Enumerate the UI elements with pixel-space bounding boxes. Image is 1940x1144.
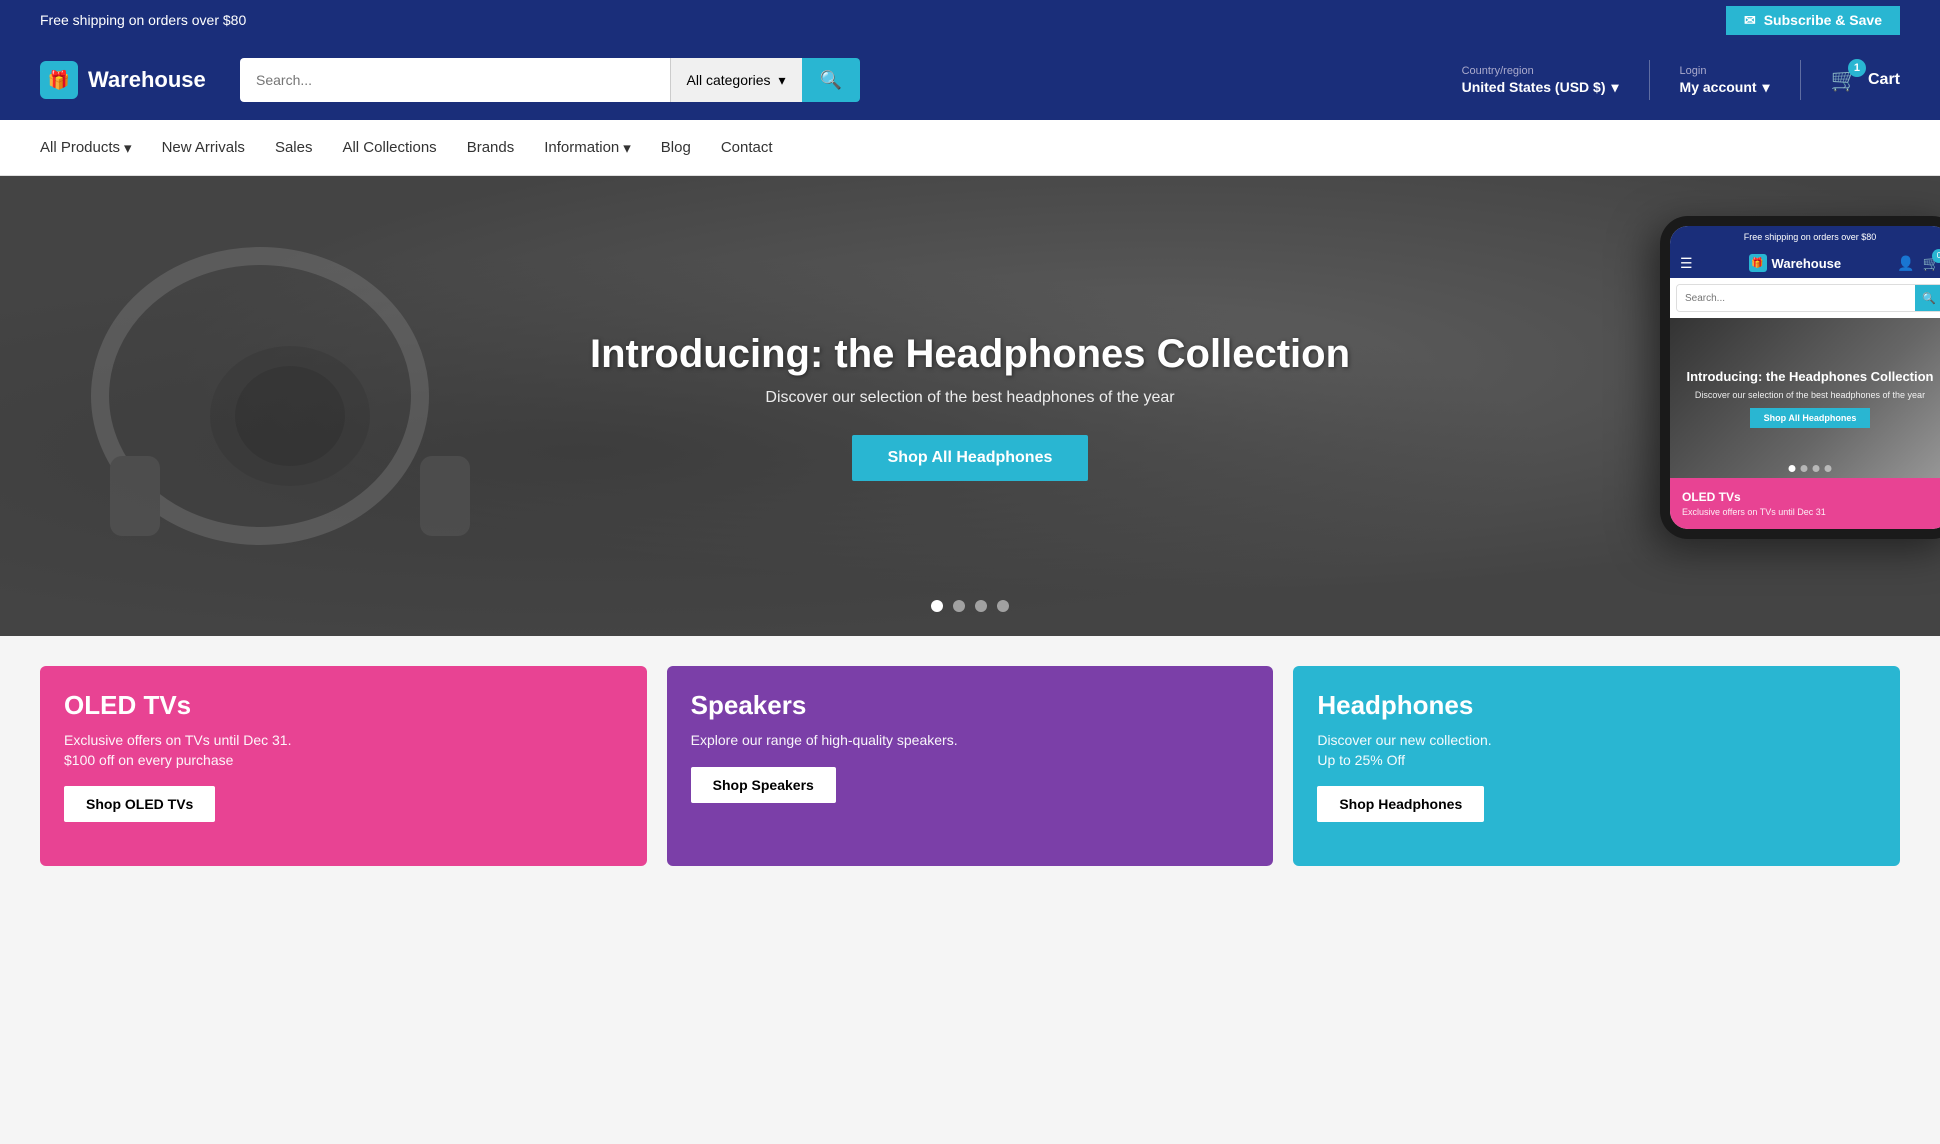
product-cards-grid: OLED TVs Exclusive offers on TVs until D… — [40, 666, 1900, 866]
phone-search-input[interactable] — [1677, 285, 1915, 311]
country-label: Country/region — [1462, 65, 1619, 77]
category-dropdown[interactable]: All categories ▾ — [670, 58, 802, 102]
phone-mockup: Free shipping on orders over $80 ☰ 🎁 War… — [1660, 216, 1940, 539]
header-divider-2 — [1800, 60, 1801, 100]
phone-cart-icon: 🛒 0 — [1923, 255, 1940, 272]
product-card-title-speakers: Speakers — [691, 690, 1250, 721]
header-right: Country/region United States (USD $) ▾ L… — [1462, 60, 1900, 100]
phone-dot-3[interactable] — [1813, 465, 1820, 472]
product-card-title-tvs: OLED TVs — [64, 690, 623, 721]
slide-dot-1[interactable] — [931, 600, 943, 612]
nav-item-all-products[interactable]: All Products ▾ — [40, 135, 132, 161]
subscribe-label: Subscribe & Save — [1764, 12, 1882, 28]
logo-icon: 🎁 — [40, 61, 78, 99]
phone-card-title: OLED TVs — [1682, 490, 1938, 504]
product-card-speakers: Speakers Explore our range of high-quali… — [667, 666, 1274, 866]
chevron-down-icon: ▾ — [1763, 79, 1770, 96]
phone-card-subtitle: Exclusive offers on TVs until Dec 31 — [1682, 507, 1938, 517]
product-card-desc-speakers: Explore our range of high-quality speake… — [691, 731, 1250, 751]
shipping-text: Free shipping on orders over $80 — [40, 12, 246, 28]
phone-hero-cta[interactable]: Shop All Headphones — [1750, 408, 1871, 428]
chevron-down-icon: ▾ — [623, 139, 631, 157]
nav-item-new-arrivals[interactable]: New Arrivals — [162, 135, 245, 160]
chevron-down-icon: ▾ — [124, 139, 132, 157]
account-section[interactable]: Login My account ▾ — [1680, 65, 1770, 96]
logo-area[interactable]: 🎁 Warehouse — [40, 61, 220, 99]
hero-subtitle: Discover our selection of the best headp… — [590, 389, 1350, 407]
phone-dot-1[interactable] — [1789, 465, 1796, 472]
cart-button[interactable]: 🛒 1 Cart — [1831, 67, 1900, 93]
hero-content: Introducing: the Headphones Collection D… — [590, 332, 1350, 481]
main-nav: All Products ▾ New Arrivals Sales All Co… — [0, 120, 1940, 176]
product-card-title-headphones: Headphones — [1317, 690, 1876, 721]
phone-hero: Introducing: the Headphones Collection D… — [1670, 318, 1940, 478]
search-button[interactable]: 🔍 — [802, 58, 860, 102]
phone-search-bar: 🔍 — [1676, 284, 1940, 312]
country-selector[interactable]: Country/region United States (USD $) ▾ — [1462, 65, 1619, 96]
phone-search-button[interactable]: 🔍 — [1915, 285, 1940, 311]
product-card-desc-tvs: Exclusive offers on TVs until Dec 31.$10… — [64, 731, 623, 770]
slide-dot-3[interactable] — [975, 600, 987, 612]
logo-text: Warehouse — [88, 67, 206, 93]
header-divider — [1649, 60, 1650, 100]
header: 🎁 Warehouse All categories ▾ 🔍 Country/r… — [0, 40, 1940, 120]
subscribe-button[interactable]: ✉ Subscribe & Save — [1726, 6, 1900, 35]
phone-dot-4[interactable] — [1825, 465, 1832, 472]
phone-logo-icon: 🎁 — [1749, 254, 1767, 272]
cart-label: Cart — [1868, 71, 1900, 89]
phone-menu-icon: ☰ — [1680, 255, 1693, 272]
phone-top-bar: Free shipping on orders over $80 — [1670, 226, 1940, 248]
nav-item-all-collections[interactable]: All Collections — [342, 135, 436, 160]
phone-hero-dots — [1789, 465, 1832, 472]
phone-cart-badge: 0 — [1932, 249, 1940, 263]
product-card-btn-headphones[interactable]: Shop Headphones — [1317, 786, 1484, 822]
top-bar: Free shipping on orders over $80 ✉ Subsc… — [0, 0, 1940, 40]
product-card-headphones: Headphones Discover our new collection.U… — [1293, 666, 1900, 866]
phone-screen: Free shipping on orders over $80 ☰ 🎁 War… — [1670, 226, 1940, 529]
country-value: United States (USD $) ▾ — [1462, 79, 1619, 96]
phone-hero-subtitle: Discover our selection of the best headp… — [1687, 390, 1934, 400]
phone-logo: 🎁 Warehouse — [1749, 254, 1842, 272]
phone-hero-content: Introducing: the Headphones Collection D… — [1677, 359, 1940, 438]
phone-header-icons: 👤 🛒 0 — [1897, 255, 1940, 272]
phone-header: ☰ 🎁 Warehouse 👤 🛒 0 — [1670, 248, 1940, 278]
nav-item-information[interactable]: Information ▾ — [544, 135, 631, 161]
phone-product-card: OLED TVs Exclusive offers on TVs until D… — [1670, 478, 1940, 529]
phone-hero-title: Introducing: the Headphones Collection — [1687, 369, 1934, 384]
products-section: OLED TVs Exclusive offers on TVs until D… — [0, 636, 1940, 896]
hero-dots — [931, 600, 1009, 612]
phone-account-icon: 👤 — [1897, 255, 1914, 272]
product-card-btn-speakers[interactable]: Shop Speakers — [691, 767, 836, 803]
login-label: Login — [1680, 65, 1770, 77]
search-icon: 🔍 — [820, 70, 842, 91]
chevron-down-icon: ▾ — [779, 72, 786, 89]
nav-item-sales[interactable]: Sales — [275, 135, 313, 160]
product-card-btn-tvs[interactable]: Shop OLED TVs — [64, 786, 215, 822]
phone-dot-2[interactable] — [1801, 465, 1808, 472]
hero-cta-button[interactable]: Shop All Headphones — [852, 435, 1089, 481]
cart-icon-wrap: 🛒 1 — [1831, 67, 1858, 93]
search-input[interactable] — [240, 58, 670, 102]
product-card-tvs: OLED TVs Exclusive offers on TVs until D… — [40, 666, 647, 866]
nav-item-brands[interactable]: Brands — [467, 135, 515, 160]
headphone-decoration — [60, 216, 520, 596]
slide-dot-4[interactable] — [997, 600, 1009, 612]
hero-banner: Introducing: the Headphones Collection D… — [0, 176, 1940, 636]
hero-title: Introducing: the Headphones Collection — [590, 332, 1350, 377]
search-bar: All categories ▾ 🔍 — [240, 58, 860, 102]
product-card-desc-headphones: Discover our new collection.Up to 25% Of… — [1317, 731, 1876, 770]
nav-item-contact[interactable]: Contact — [721, 135, 773, 160]
cart-badge: 1 — [1848, 59, 1866, 77]
account-value: My account ▾ — [1680, 79, 1770, 96]
chevron-down-icon: ▾ — [1612, 79, 1619, 96]
envelope-icon: ✉ — [1744, 12, 1756, 29]
category-label: All categories — [687, 72, 771, 88]
slide-dot-2[interactable] — [953, 600, 965, 612]
nav-item-blog[interactable]: Blog — [661, 135, 691, 160]
